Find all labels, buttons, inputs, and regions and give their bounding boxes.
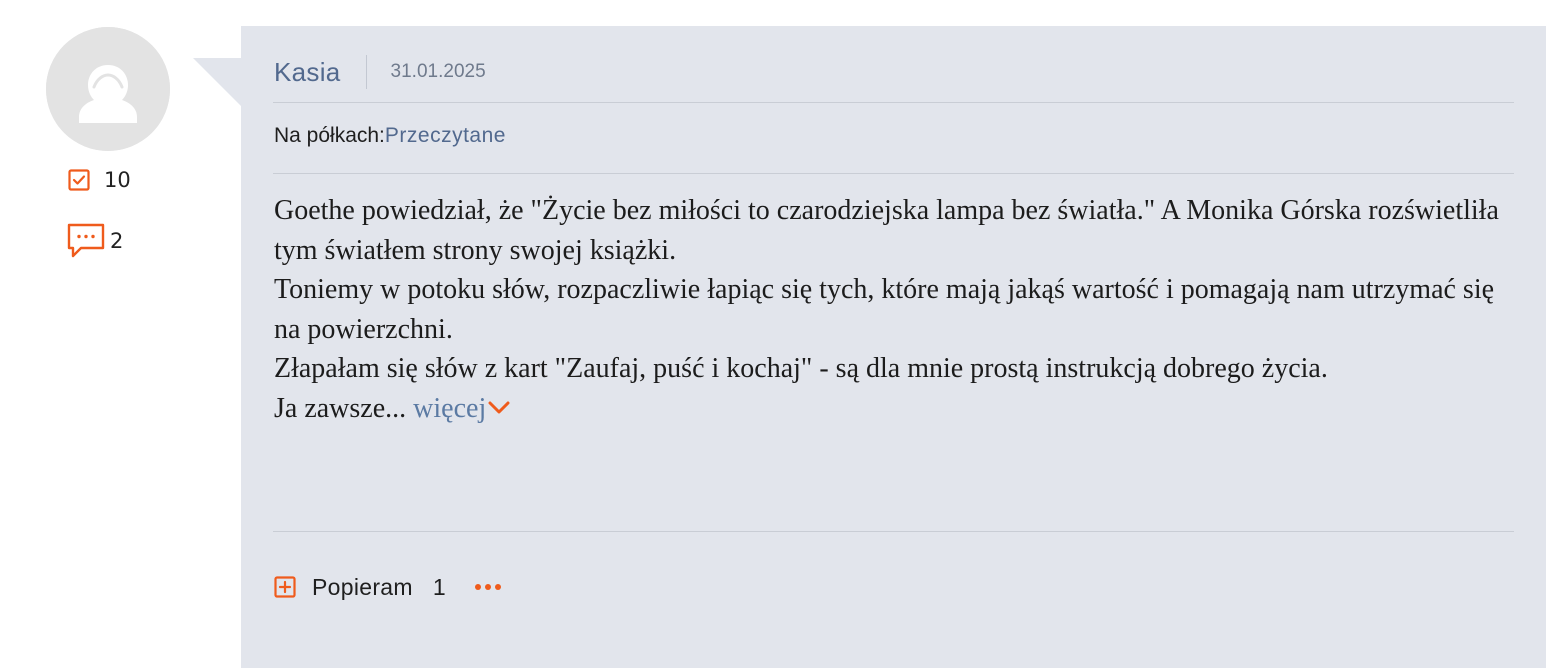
ratings-stat[interactable]: 10 xyxy=(68,168,131,192)
review-paragraph: Goethe powiedział, że "Życie bez miłości… xyxy=(274,195,1499,266)
shelf-label: Na półkach: xyxy=(274,124,385,147)
comments-stat[interactable]: 2 xyxy=(66,222,123,260)
checkbox-icon xyxy=(68,169,90,191)
review-paragraph: Złapałam się słów z kart "Zaufaj, puść i… xyxy=(274,353,1328,384)
divider xyxy=(273,102,1514,103)
author-name[interactable]: Kasia xyxy=(274,57,341,88)
ratings-count: 10 xyxy=(104,168,131,192)
comments-count: 2 xyxy=(110,229,124,253)
avatar[interactable] xyxy=(46,27,170,151)
chevron-down-icon xyxy=(488,401,510,414)
support-button[interactable]: Popieram xyxy=(312,574,413,601)
review-actions: Popieram 1 xyxy=(274,572,501,602)
review-date: 31.01.2025 xyxy=(390,61,486,82)
review-header: Kasia 31.01.2025 xyxy=(274,54,486,90)
shelf-info: Na półkach:Przeczytane xyxy=(274,124,506,148)
excerpt-tail: Ja zawsze... xyxy=(274,392,407,424)
more-label: więcej xyxy=(413,392,487,424)
review-text: Goethe powiedział, że "Życie bez miłości… xyxy=(274,191,1504,428)
header-divider xyxy=(365,55,367,89)
shelf-link[interactable]: Przeczytane xyxy=(385,124,506,147)
more-dots-icon[interactable] xyxy=(474,584,501,590)
review-card: Kasia 31.01.2025 Na półkach:Przeczytane … xyxy=(241,26,1546,668)
review-excerpt-end: Ja zawsze... więcej xyxy=(274,389,1504,429)
card-pointer xyxy=(193,58,243,108)
divider xyxy=(273,173,1514,174)
plus-box-icon[interactable] xyxy=(274,576,296,598)
support-count: 1 xyxy=(432,573,446,600)
default-avatar-icon xyxy=(46,27,170,151)
review-paragraph: Toniemy w potoku słów, rozpaczliwie łapi… xyxy=(274,274,1495,345)
divider xyxy=(273,531,1514,532)
comment-icon xyxy=(67,223,105,258)
more-link[interactable]: więcej xyxy=(413,393,510,424)
